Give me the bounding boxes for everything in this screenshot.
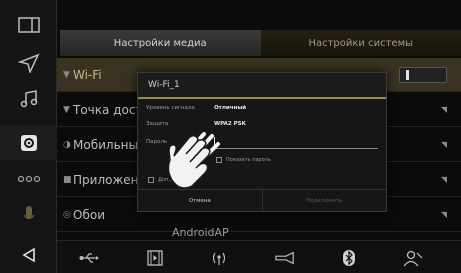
split-screen-icon[interactable] [0, 8, 57, 42]
tab-system-settings[interactable]: Настройки системы [260, 30, 461, 56]
settings-tabs: Настройки медиа Настройки системы [60, 30, 461, 56]
triangle-icon: ▼ [63, 104, 70, 115]
settings-item-label: Обои [73, 207, 105, 222]
apps-icon: ■ [63, 174, 72, 185]
trumpet-icon[interactable] [275, 249, 295, 267]
signal-icon: ◑ [63, 139, 71, 150]
bluetooth-icon[interactable] [339, 249, 359, 267]
video-icon[interactable] [145, 249, 165, 267]
signal-strength-value: Отличный [214, 105, 247, 111]
wallpaper-icon: ◎ [63, 209, 71, 220]
apps-icon[interactable] [0, 162, 57, 196]
usb-icon[interactable] [79, 249, 99, 267]
back-icon[interactable] [0, 238, 57, 272]
signal-icon: ◥ [440, 140, 447, 149]
settings-item-label: Wi-Fi [73, 67, 102, 82]
wifi-toggle[interactable] [399, 67, 447, 83]
signal-strength-label: Уровень сигнала [146, 105, 195, 111]
settings-icon[interactable] [0, 126, 57, 160]
password-input[interactable] [214, 137, 378, 149]
signal-icon: ◥ [440, 105, 447, 114]
security-label: Защита [146, 121, 169, 127]
connect-button[interactable]: Подключить [261, 190, 387, 211]
security-value: WPA2 PSK [214, 121, 246, 127]
bottom-bar [57, 240, 461, 273]
network-android-ap[interactable]: AndroidAP [172, 226, 229, 239]
music-icon[interactable] [0, 82, 57, 116]
advanced-checkbox[interactable] [148, 177, 154, 183]
user-icon[interactable] [403, 249, 423, 267]
dialog-title: Wi-Fi_1 [138, 73, 386, 99]
voice-icon[interactable] [0, 198, 57, 232]
sidebar [0, 0, 57, 273]
tap-hand-icon [160, 130, 222, 200]
signal-icon: ◥ [440, 175, 447, 184]
tab-media-settings[interactable]: Настройки медиа [60, 30, 261, 56]
signal-icon: ◥ [440, 210, 447, 219]
triangle-icon: ▼ [63, 69, 70, 80]
radio-icon[interactable] [209, 249, 229, 267]
show-password-label: Показать пароль [226, 157, 271, 163]
navigation-icon[interactable] [0, 46, 57, 80]
